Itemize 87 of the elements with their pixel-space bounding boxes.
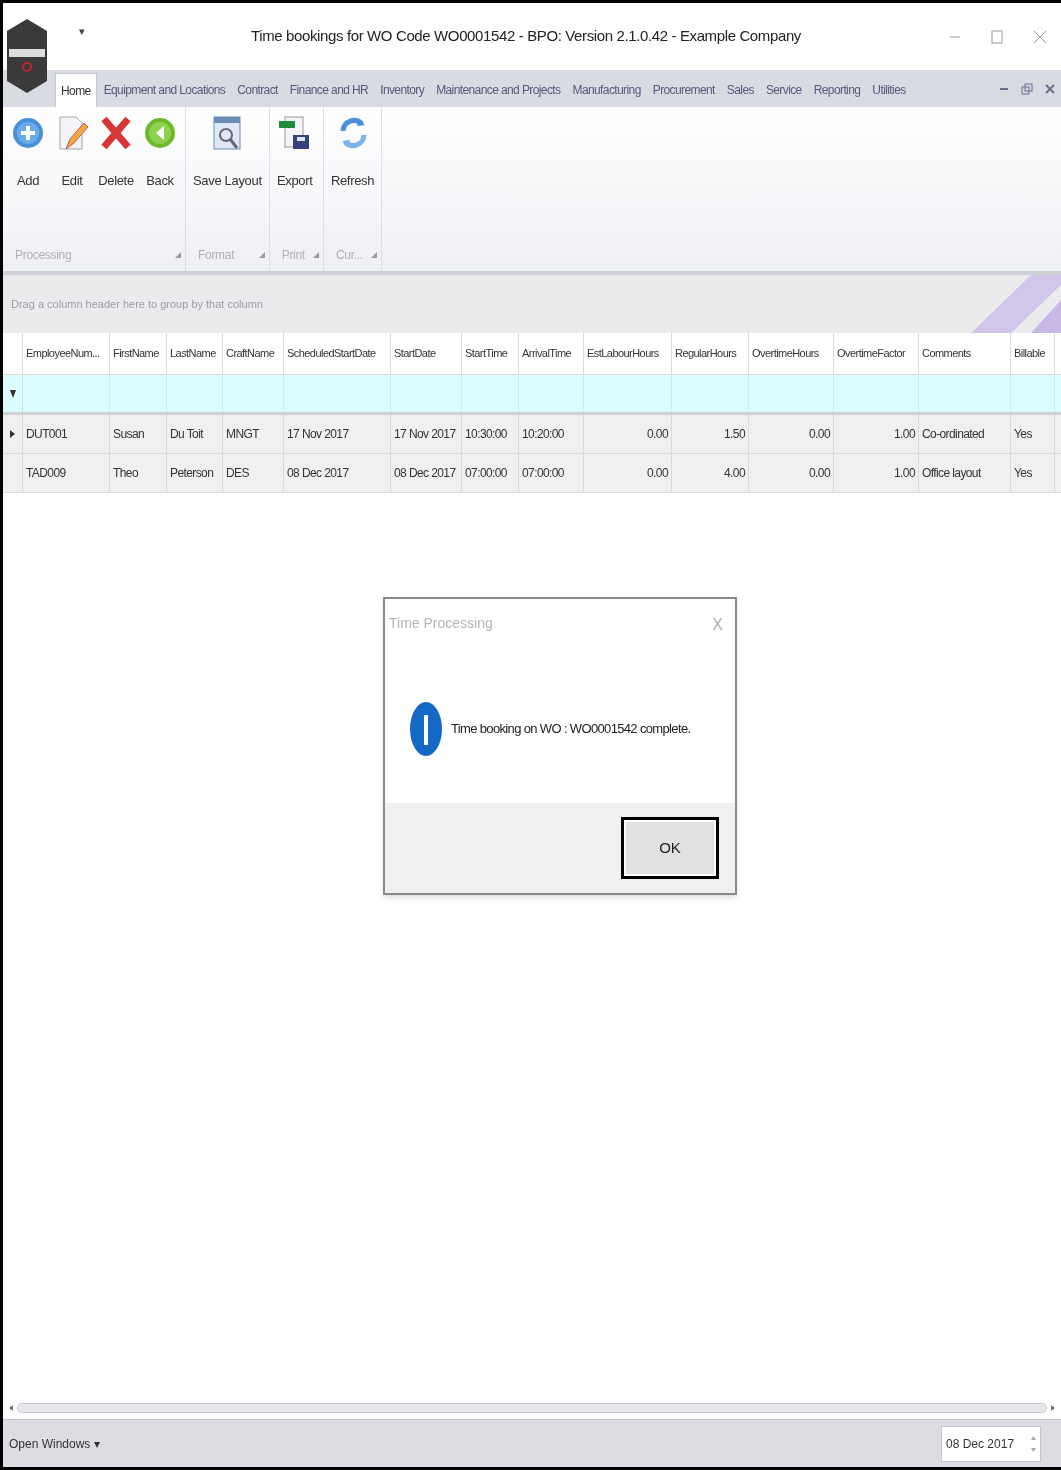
table-cell: 1.00 — [834, 415, 919, 453]
dialog-message: Time booking on WO : WO0001542 complete. — [451, 720, 691, 739]
table-cell: 1.00 — [834, 454, 919, 492]
table-cell: TAD009 — [23, 454, 110, 492]
table-cell: MNGT — [223, 415, 284, 453]
column-header[interactable]: StartTime — [462, 333, 519, 374]
horizontal-scrollbar[interactable] — [17, 1403, 1047, 1413]
ribbon-tab[interactable]: Contract — [232, 73, 283, 107]
new-row-icon — [9, 389, 16, 398]
ribbon-tab[interactable]: Finance and HR — [284, 73, 374, 107]
table-cell: 1.50 — [672, 415, 749, 453]
table-cell: 17 Nov 2017 — [284, 415, 391, 453]
ribbon-tab[interactable]: Equipment and Locations — [98, 73, 231, 107]
table-cell: 07:00:00 — [462, 454, 519, 492]
table-cell: Yes — [1011, 415, 1055, 453]
open-windows-menu[interactable]: Open Windows ▾ — [9, 1434, 100, 1453]
table-cell: 0.00 — [584, 454, 672, 492]
column-header[interactable]: ScheduledStartDate — [284, 333, 391, 374]
table-cell: Susan — [110, 415, 167, 453]
table-cell: Office layout — [919, 454, 1011, 492]
table-cell: 10:20:00 — [519, 415, 584, 453]
spin-icon[interactable] — [1031, 1435, 1036, 1452]
scroll-left-icon[interactable] — [9, 1405, 13, 1411]
ribbon-tab[interactable]: Inventory — [375, 73, 430, 107]
column-header[interactable]: RegularHours — [672, 333, 749, 374]
column-header[interactable]: LastName — [167, 333, 223, 374]
ribbon-tab[interactable]: Sales — [721, 73, 759, 107]
column-header[interactable]: Comments — [919, 333, 1011, 374]
ribbon-tab[interactable]: Home — [55, 73, 97, 107]
ribbon-tab[interactable]: Service — [760, 73, 807, 107]
group-by-hint: Drag a column header here to group by that column — [11, 296, 263, 312]
ribbon-button[interactable]: Edit — [51, 113, 93, 237]
table-cell: 10:30:00 — [462, 415, 519, 453]
table-cell: 08 Dec 2017 — [284, 454, 391, 492]
maximize-icon[interactable] — [991, 29, 1003, 44]
ok-button[interactable]: OK — [621, 817, 719, 879]
table-cell: 4.00 — [672, 454, 749, 492]
table-cell: Theo — [110, 454, 167, 492]
mdi-close-icon[interactable] — [1045, 83, 1055, 94]
dialog-launcher-icon[interactable] — [258, 251, 265, 258]
table-cell: DUT001 — [23, 415, 110, 453]
column-header[interactable]: EmployeeNum... — [23, 333, 110, 374]
quick-access-dropdown[interactable]: ▾ — [79, 23, 85, 40]
dialog-title: Time Processing — [389, 614, 493, 633]
ribbon-tab[interactable]: Procurement — [647, 73, 720, 107]
column-header[interactable]: EstLabourHours — [584, 333, 672, 374]
ribbon-group-label: Cur... — [334, 246, 363, 264]
column-header[interactable]: Billable — [1011, 333, 1055, 374]
ribbon-tab[interactable]: Maintenance and Projects — [431, 73, 566, 107]
table-cell: Peterson — [167, 454, 223, 492]
table-cell: 0.00 — [749, 415, 834, 453]
table-cell: DES — [223, 454, 284, 492]
ribbon-group-label: Print — [280, 246, 305, 264]
dialog-launcher-icon[interactable] — [312, 251, 319, 258]
info-icon — [409, 701, 443, 757]
table-cell: Du Toit — [167, 415, 223, 453]
table-cell: 0.00 — [749, 454, 834, 492]
ribbon-group-label: Processing — [14, 246, 72, 264]
column-header[interactable]: OvertimeHours — [749, 333, 834, 374]
table-cell: 0.00 — [584, 415, 672, 453]
column-header[interactable]: OvertimeFactor — [834, 333, 919, 374]
window-title: Time bookings for WO Code WO0001542 - BPO: Version 2.1.0.42 - Example Company — [251, 26, 801, 47]
column-header[interactable]: CraftName — [223, 333, 284, 374]
dialog-launcher-icon[interactable] — [371, 251, 378, 258]
ribbon-button[interactable]: Save Layout — [190, 113, 265, 237]
ribbon-tab[interactable]: Utilities — [867, 73, 911, 107]
table-cell: Yes — [1011, 454, 1055, 492]
close-icon[interactable] — [1033, 29, 1047, 44]
ribbon-button[interactable]: Export — [273, 113, 316, 237]
ribbon-button[interactable]: Refresh — [327, 113, 378, 237]
table-cell: 08 Dec 2017 — [391, 454, 462, 492]
dialog-launcher-icon[interactable] — [175, 251, 181, 258]
column-header[interactable]: ArrivalTime — [519, 333, 584, 374]
column-header[interactable]: StartDate — [391, 333, 462, 374]
date-field[interactable]: 08 Dec 2017 — [941, 1425, 1041, 1462]
ribbon-tab[interactable]: Manufacturing — [567, 73, 646, 107]
table-cell: 17 Nov 2017 — [391, 415, 462, 453]
table-cell: 07:00:00 — [519, 454, 584, 492]
ribbon-button[interactable]: Delete — [95, 113, 137, 237]
mdi-restore-icon[interactable] — [1021, 82, 1033, 95]
ribbon-button[interactable]: Add — [7, 113, 49, 237]
ribbon-group-label: Format — [197, 246, 235, 264]
column-header[interactable]: FirstName — [110, 333, 167, 374]
scroll-right-icon[interactable] — [1051, 1405, 1055, 1411]
table-cell: Co-ordinated — [919, 415, 1011, 453]
ribbon-button[interactable]: Back — [139, 113, 181, 237]
ribbon-tab[interactable]: Reporting — [808, 73, 866, 107]
